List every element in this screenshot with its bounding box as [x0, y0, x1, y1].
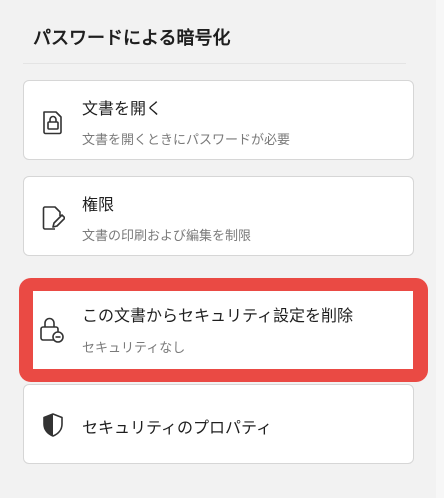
security-properties-title: セキュリティのプロパティ	[82, 418, 273, 437]
section-title: パスワードによる暗号化	[33, 28, 231, 49]
remove-security-description: セキュリティなし	[82, 341, 186, 356]
security-properties-option[interactable]: セキュリティのプロパティ	[23, 384, 414, 464]
permissions-option[interactable]: 権限 文書の印刷および編集を制限	[23, 176, 414, 256]
panel-edge	[436, 0, 444, 498]
remove-security-title: この文書からセキュリティ設定を削除	[82, 306, 354, 325]
permissions-title: 権限	[82, 195, 115, 214]
divider	[23, 63, 406, 64]
open-document-description: 文書を開くときにパスワードが必要	[82, 133, 291, 148]
lock-document-icon	[40, 109, 66, 135]
remove-security-option[interactable]: この文書からセキュリティ設定を削除 セキュリティなし	[33, 291, 413, 369]
open-document-option[interactable]: 文書を開く 文書を開くときにパスワードが必要	[23, 80, 414, 160]
shield-icon	[40, 412, 66, 438]
permissions-description: 文書の印刷および編集を制限	[82, 229, 252, 244]
edit-document-icon	[40, 205, 66, 231]
security-panel: パスワードによる暗号化 文書を開く 文書を開くときにパスワードが必要 権限 文書…	[0, 0, 436, 498]
open-document-title: 文書を開く	[82, 99, 163, 118]
unlock-remove-icon	[39, 317, 65, 343]
